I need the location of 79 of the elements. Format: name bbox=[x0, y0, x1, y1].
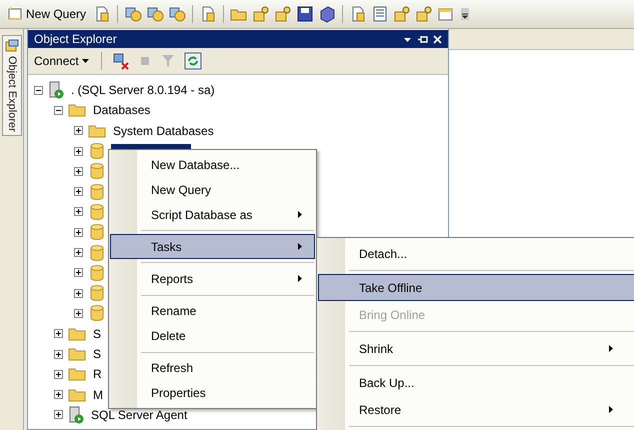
cube-icon[interactable] bbox=[318, 5, 336, 23]
expand-icon[interactable] bbox=[74, 146, 83, 156]
database-icon[interactable] bbox=[415, 5, 434, 23]
database-icon bbox=[88, 224, 106, 240]
database-icon bbox=[5, 39, 19, 53]
folder-icon bbox=[68, 347, 86, 361]
expand-icon[interactable] bbox=[74, 126, 83, 136]
menu-item[interactable]: Rename bbox=[110, 298, 315, 324]
menu-item[interactable]: New Database... bbox=[110, 152, 315, 178]
tree-node[interactable]: M bbox=[91, 388, 105, 402]
database-icon[interactable] bbox=[124, 5, 142, 23]
database-icon bbox=[88, 143, 106, 160]
new-query-button[interactable]: New Query bbox=[4, 4, 90, 24]
menu-item[interactable]: Delete bbox=[110, 324, 315, 349]
database-icon[interactable] bbox=[252, 5, 270, 23]
expand-icon[interactable] bbox=[74, 207, 83, 216]
menu-item[interactable]: Reports bbox=[110, 266, 315, 292]
tab-label: Object Explorer bbox=[6, 56, 18, 132]
database-icon[interactable] bbox=[274, 5, 292, 23]
expand-icon[interactable] bbox=[54, 350, 63, 358]
database-icon bbox=[88, 285, 106, 302]
tree-node[interactable]: System Databases bbox=[111, 124, 216, 138]
database-icon bbox=[88, 204, 106, 220]
panel-title: Object Explorer bbox=[34, 32, 117, 46]
menu-item[interactable]: Restore bbox=[318, 396, 634, 423]
menu-item[interactable]: Take Offline bbox=[318, 274, 634, 301]
expand-icon[interactable] bbox=[74, 187, 83, 196]
menu-item[interactable]: Properties bbox=[110, 380, 315, 406]
expand-icon[interactable] bbox=[74, 308, 83, 318]
database-icon[interactable] bbox=[146, 5, 164, 23]
menu-item[interactable]: Refresh bbox=[110, 356, 315, 381]
expand-icon[interactable] bbox=[74, 288, 83, 298]
refresh-icon[interactable] bbox=[184, 52, 202, 70]
tree-node[interactable]: R bbox=[91, 367, 104, 382]
menu-item[interactable]: Shrink bbox=[318, 335, 634, 362]
database-icon bbox=[88, 244, 106, 261]
database-icon[interactable] bbox=[393, 5, 412, 23]
tree-node[interactable]: Databases bbox=[91, 103, 152, 118]
close-icon[interactable] bbox=[433, 34, 442, 44]
object-explorer-tab[interactable]: Object Explorer bbox=[2, 35, 22, 136]
connect-button[interactable]: Connect bbox=[32, 52, 91, 70]
folder-icon bbox=[88, 124, 106, 138]
database-icon bbox=[88, 305, 106, 322]
toolbar-overflow-icon[interactable] bbox=[461, 8, 470, 20]
expand-icon[interactable] bbox=[54, 370, 63, 379]
expand-icon[interactable] bbox=[74, 166, 83, 176]
new-document-icon bbox=[7, 6, 23, 22]
server-icon bbox=[48, 81, 64, 100]
database-icon bbox=[88, 184, 106, 200]
menu-item[interactable]: Script Database as bbox=[110, 202, 315, 228]
folder-icon bbox=[68, 367, 86, 382]
folder-icon bbox=[68, 326, 86, 341]
pin-icon[interactable] bbox=[417, 34, 428, 44]
tree-node[interactable]: S bbox=[91, 347, 104, 361]
folder-icon bbox=[68, 388, 86, 402]
menu-item[interactable]: Detach... bbox=[318, 240, 634, 267]
expand-icon[interactable] bbox=[74, 268, 83, 278]
menu-item[interactable]: New Query bbox=[110, 177, 315, 202]
expand-icon[interactable] bbox=[54, 390, 63, 400]
expand-icon[interactable] bbox=[74, 228, 83, 237]
tree-node[interactable]: . (SQL Server 8.0.194 - sa) bbox=[69, 83, 217, 98]
disconnect-icon[interactable] bbox=[112, 52, 130, 70]
tree-node[interactable]: S bbox=[91, 326, 104, 341]
list-icon[interactable] bbox=[371, 5, 390, 23]
expand-icon[interactable] bbox=[74, 248, 83, 258]
expand-icon[interactable] bbox=[54, 329, 63, 338]
caret-icon bbox=[82, 59, 89, 63]
menu-item[interactable]: Back Up... bbox=[318, 369, 634, 396]
save-icon[interactable] bbox=[296, 5, 314, 23]
database-icon[interactable] bbox=[168, 5, 186, 23]
menu-item[interactable]: Tasks bbox=[110, 234, 315, 260]
expand-icon[interactable] bbox=[54, 410, 63, 420]
collapse-icon[interactable] bbox=[34, 86, 43, 95]
tree-node[interactable]: SQL Server Agent bbox=[89, 408, 190, 422]
database-icon bbox=[88, 264, 106, 281]
collapse-icon[interactable] bbox=[54, 106, 63, 115]
server-icon bbox=[68, 406, 84, 424]
database-icon bbox=[88, 163, 106, 180]
folder-icon bbox=[68, 103, 86, 118]
